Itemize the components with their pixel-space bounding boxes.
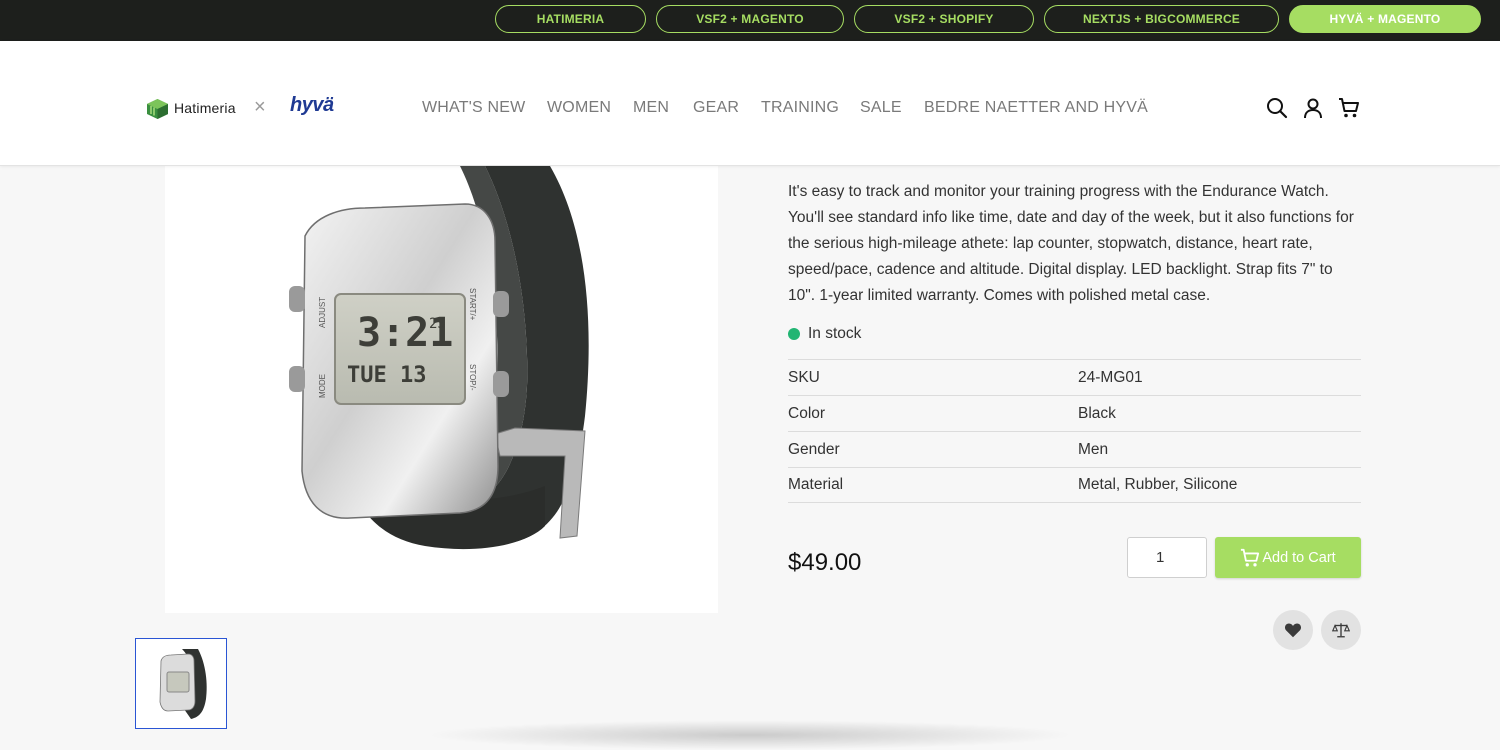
nav-men[interactable]: MEN — [633, 99, 669, 117]
cart-icon[interactable] — [1338, 97, 1360, 119]
wishlist-button[interactable] — [1273, 610, 1313, 650]
add-to-cart-button[interactable]: Add to Cart — [1215, 537, 1361, 578]
nav-bedre-naetter[interactable]: BEDRE NAETTER AND HYVÄ — [924, 99, 1148, 117]
bottom-shadow — [425, 720, 1075, 750]
attribute-value: Metal, Rubber, Silicone — [1078, 476, 1238, 493]
product-attributes-table: SKU 24-MG01 Color Black Gender Men Mater… — [788, 359, 1361, 503]
attribute-row-gender: Gender Men — [788, 431, 1361, 467]
nav-training[interactable]: TRAINING — [761, 99, 839, 117]
watch-mode-label: MODE — [318, 374, 327, 398]
cart-icon — [1241, 548, 1260, 566]
scale-icon — [1332, 623, 1350, 638]
switcher-hyva-magento[interactable]: HYVÄ + MAGENTO — [1289, 5, 1481, 33]
watch-image: 3:21 25 TUE 13 ADJUST MODE START/+ STOP/… — [289, 166, 589, 550]
brand-name[interactable]: Hatimeria — [174, 100, 236, 116]
attribute-label: Gender — [788, 440, 840, 458]
nav-women[interactable]: WOMEN — [547, 99, 611, 117]
nav-whats-new[interactable]: WHAT'S NEW — [422, 99, 525, 117]
attribute-label: Material — [788, 476, 844, 493]
watch-adjust-label: ADJUST — [318, 297, 327, 328]
brand-separator: × — [254, 96, 266, 118]
attribute-row-sku: SKU 24-MG01 — [788, 359, 1361, 395]
quantity-input[interactable] — [1127, 537, 1207, 578]
product-main-image[interactable]: 3:21 25 TUE 13 ADJUST MODE START/+ STOP/… — [165, 166, 718, 613]
attribute-row-color: Color Black — [788, 395, 1361, 431]
stock-dot-icon — [788, 328, 800, 340]
compare-button[interactable] — [1321, 610, 1361, 650]
search-icon[interactable] — [1266, 97, 1288, 119]
site-header: Hatimeria × hyvä WHAT'S NEW WOMEN MEN GE… — [0, 41, 1500, 166]
attribute-value: Black — [1078, 404, 1116, 422]
attribute-row-material: Material Metal, Rubber, Silicone — [788, 467, 1361, 503]
product-price: $49.00 — [788, 549, 862, 576]
store-switcher-bar: HATIMERIA VSF2 + MAGENTO VSF2 + SHOPIFY … — [0, 0, 1500, 41]
product-thumbnail[interactable] — [135, 638, 227, 729]
nav-gear[interactable]: GEAR — [693, 99, 739, 117]
attribute-value: Men — [1078, 440, 1109, 458]
stock-label: In stock — [808, 325, 862, 342]
watch-thumbnail-image — [159, 649, 207, 719]
hatimeria-logo-icon[interactable] — [147, 99, 168, 119]
nav-sale[interactable]: SALE — [860, 99, 902, 117]
watch-seconds-text: 25 — [429, 316, 446, 332]
attribute-label: Color — [788, 404, 826, 422]
watch-stop-label: STOP/- — [468, 364, 477, 391]
watch-start-label: START/+ — [468, 288, 477, 321]
attribute-value: 24-MG01 — [1078, 368, 1143, 386]
switcher-hatimeria[interactable]: HATIMERIA — [495, 5, 646, 33]
add-to-cart-label: Add to Cart — [1262, 549, 1336, 566]
heart-icon — [1284, 623, 1302, 638]
attribute-label: SKU — [788, 368, 820, 386]
account-icon[interactable] — [1302, 97, 1324, 119]
switcher-vsf2-magento[interactable]: VSF2 + MAGENTO — [656, 5, 844, 33]
product-description: It's easy to track and monitor your trai… — [788, 183, 1354, 304]
watch-day-text: TUE 13 — [347, 363, 426, 388]
switcher-nextjs-bigcommerce[interactable]: NEXTJS + BIGCOMMERCE — [1044, 5, 1279, 33]
stock-status: In stock — [788, 325, 861, 343]
switcher-vsf2-shopify[interactable]: VSF2 + SHOPIFY — [854, 5, 1034, 33]
partner-logo[interactable]: hyvä — [290, 94, 334, 117]
